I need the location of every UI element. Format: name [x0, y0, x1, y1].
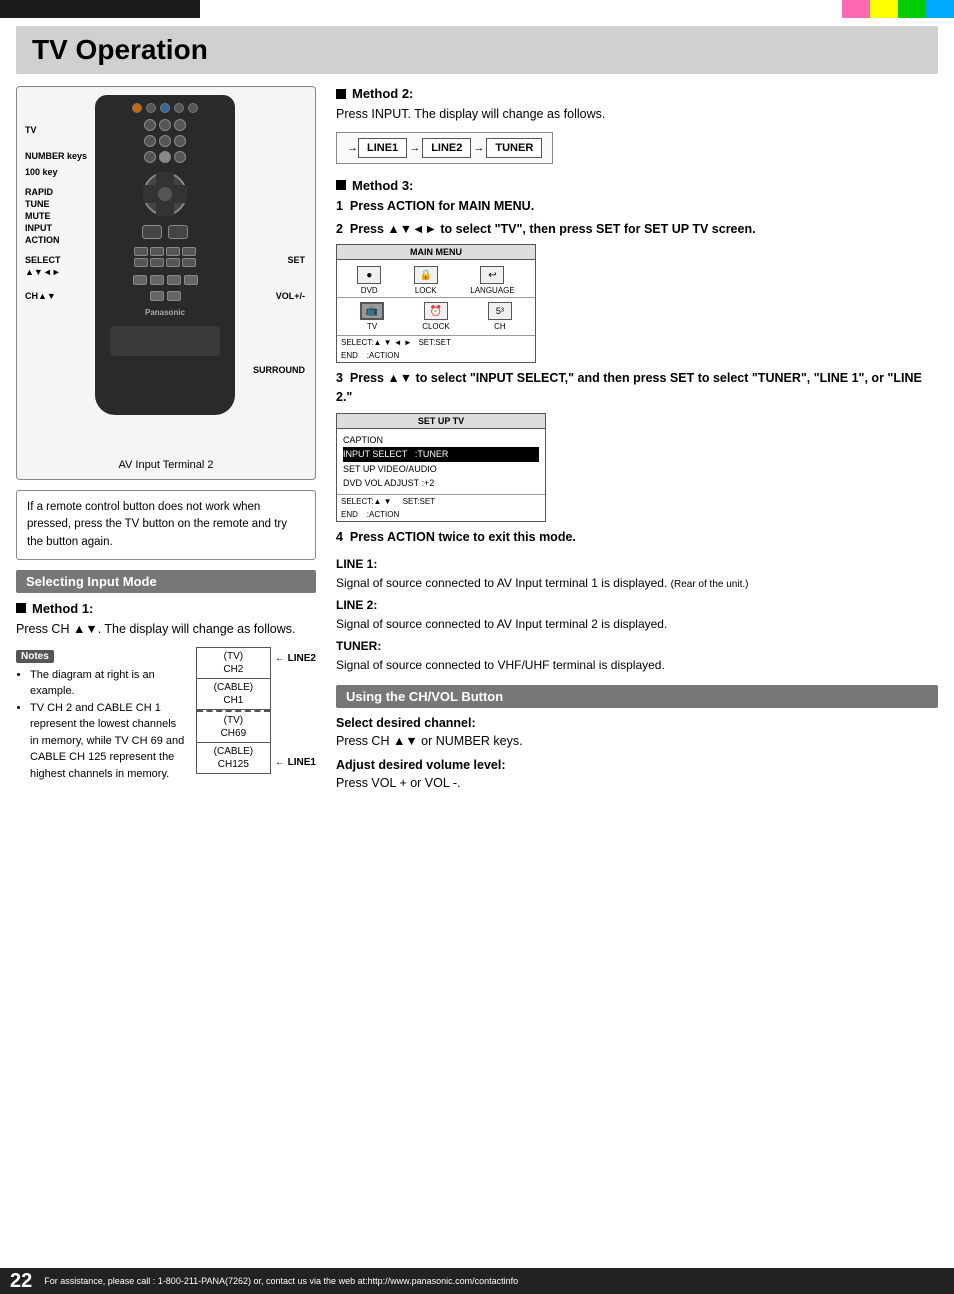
select-channel-heading: Select desired channel: — [336, 716, 938, 730]
su-title: SET UP TV — [337, 414, 545, 429]
diag-tuner: TUNER — [486, 138, 542, 158]
ch-cell-2: (CABLE)CH1 — [197, 679, 270, 710]
diag-line2: LINE2 — [422, 138, 471, 158]
select-channel-text: Press CH ▲▼ or NUMBER keys. — [336, 732, 938, 751]
channel-diagram: (TV)CH2 (CABLE)CH1 (TV)CH69 (CABLE)CH125… — [196, 647, 316, 774]
method1-heading: Method 1: — [16, 601, 316, 616]
step4: 4 Press ACTION twice to exit this mode. — [336, 528, 938, 547]
mm-language: ↩ LANGUAGE — [470, 266, 514, 295]
diag-arrow-start: → — [347, 142, 358, 154]
mm-select-row: SELECT:▲ ▼ ◄ ► SET:SET — [337, 336, 535, 349]
su-line-caption: CAPTION — [343, 433, 539, 447]
remote-labels: TV NUMBER keys 100 key RAPID TUNE MUTE I… — [25, 95, 305, 455]
label-number-keys: NUMBER keys — [25, 151, 87, 161]
remote-body: Panasonic — [95, 95, 235, 415]
line1-label: ← LINE1 — [275, 757, 316, 768]
su-line-dvd: DVD VOL ADJUST :+2 — [343, 476, 539, 490]
notes-area: Notes The diagram at right is an example… — [16, 647, 186, 783]
label-rapid: RAPID — [25, 187, 53, 197]
step2: 2 Press ▲▼◄► to select "TV", then press … — [336, 220, 938, 239]
ch-list: (TV)CH2 (CABLE)CH1 (TV)CH69 (CABLE)CH125 — [196, 647, 271, 774]
note-box: If a remote control button does not work… — [16, 490, 316, 560]
mm-ch: 5³ CH — [488, 302, 512, 331]
note-text: If a remote control button does not work… — [27, 501, 287, 548]
label-ch-arrows: CH▲▼ — [25, 291, 56, 301]
remote-diagram-container: TV NUMBER keys 100 key RAPID TUNE MUTE I… — [16, 86, 316, 480]
label-tv: TV — [25, 125, 37, 135]
su-end-row: END :ACTION — [337, 508, 545, 521]
label-surround: SURROUND — [253, 365, 305, 375]
method3-heading: Method 3: — [336, 178, 938, 193]
method2-diagram: → LINE1 → LINE2 → TUNER — [336, 132, 553, 164]
su-body: CAPTION INPUT SELECT :TUNER SET UP VIDEO… — [337, 429, 545, 496]
tuner-explanation: TUNER: Signal of source connected to VHF… — [336, 637, 938, 674]
label-select-arrows: ▲▼◄► — [25, 267, 61, 277]
adjust-volume-heading: Adjust desired volume level: — [336, 758, 938, 772]
main-menu-diagram: MAIN MENU ● DVD 🔒 LOCK ↩ LANGUAGE 📺 — [336, 244, 536, 363]
ch-vol-header: Using the CH/VOL Button — [336, 685, 938, 708]
line1-explanation: LINE 1: Signal of source connected to AV… — [336, 555, 938, 592]
ch-cell-4: (CABLE)CH125 — [197, 743, 270, 773]
note-item-2: TV CH 2 and CABLE CH 1 represent the low… — [30, 700, 186, 783]
right-column: Method 2: Press INPUT. The display will … — [336, 86, 938, 801]
page-title: TV Operation — [32, 34, 922, 66]
mm-icons-row2: 📺 TV ⏰ CLOCK 5³ CH — [337, 298, 535, 336]
method1-text: Press CH ▲▼. The display will change as … — [16, 620, 316, 639]
mm-lock: 🔒 LOCK — [414, 266, 438, 295]
label-tune: TUNE — [25, 199, 50, 209]
top-color-bar — [0, 0, 954, 18]
line2-label: ← LINE2 — [275, 653, 316, 664]
adjust-volume-text: Press VOL + or VOL -. — [336, 774, 938, 793]
mm-tv: 📺 TV — [360, 302, 384, 331]
diag-line1: LINE1 — [358, 138, 407, 158]
label-mute: MUTE — [25, 211, 51, 221]
label-select: SELECT — [25, 255, 61, 265]
label-set: SET — [287, 255, 305, 265]
ch-cell-1: (TV)CH2 — [197, 648, 270, 679]
method2-heading: Method 2: — [336, 86, 938, 101]
method1-square-icon — [16, 603, 26, 613]
label-100-key: 100 key — [25, 167, 58, 177]
mm-clock: ⏰ CLOCK — [422, 302, 450, 331]
ch-cell-3: (TV)CH69 — [197, 710, 270, 743]
page-number: 22 — [10, 1270, 32, 1293]
page-title-bar: TV Operation — [16, 26, 938, 74]
diag-arrow-1: → — [407, 142, 422, 154]
method2-square-icon — [336, 89, 346, 99]
av-input-label: AV Input Terminal 2 — [25, 459, 307, 471]
selecting-input-mode-header: Selecting Input Mode — [16, 570, 316, 593]
method2-text: Press INPUT. The display will change as … — [336, 105, 938, 124]
line2-explanation: LINE 2: Signal of source connected to AV… — [336, 596, 938, 633]
method3-square-icon — [336, 180, 346, 190]
label-vol: VOL+/- — [276, 291, 305, 301]
step3: 3 Press ▲▼ to select "INPUT SELECT," and… — [336, 369, 938, 407]
left-column: TV NUMBER keys 100 key RAPID TUNE MUTE I… — [16, 86, 316, 801]
mm-icons-row1: ● DVD 🔒 LOCK ↩ LANGUAGE — [337, 260, 535, 298]
diag-arrow-2: → — [471, 142, 486, 154]
mm-title: MAIN MENU — [337, 245, 535, 260]
label-input: INPUT — [25, 223, 52, 233]
label-action: ACTION — [25, 235, 60, 245]
notes-label: Notes — [16, 650, 54, 663]
mm-end-row: END :ACTION — [337, 349, 535, 362]
su-line-input: INPUT SELECT :TUNER — [343, 447, 539, 461]
line-labels: ← LINE2 ← LINE1 — [271, 647, 316, 774]
footer-text: For assistance, please call : 1-800-211-… — [44, 1276, 518, 1286]
setup-tv-diagram: SET UP TV CAPTION INPUT SELECT :TUNER SE… — [336, 413, 546, 523]
su-line-video: SET UP VIDEO/AUDIO — [343, 462, 539, 476]
note-item-1: The diagram at right is an example. — [30, 667, 186, 700]
mm-dvd: ● DVD — [357, 266, 381, 295]
su-select-row: SELECT:▲ ▼ SET:SET — [337, 495, 545, 508]
step1: 1 Press ACTION for MAIN MENU. — [336, 197, 938, 216]
line-explanations: LINE 1: Signal of source connected to AV… — [336, 555, 938, 675]
footer: 22 For assistance, please call : 1-800-2… — [0, 1268, 954, 1294]
notes-list: The diagram at right is an example. TV C… — [16, 667, 186, 783]
